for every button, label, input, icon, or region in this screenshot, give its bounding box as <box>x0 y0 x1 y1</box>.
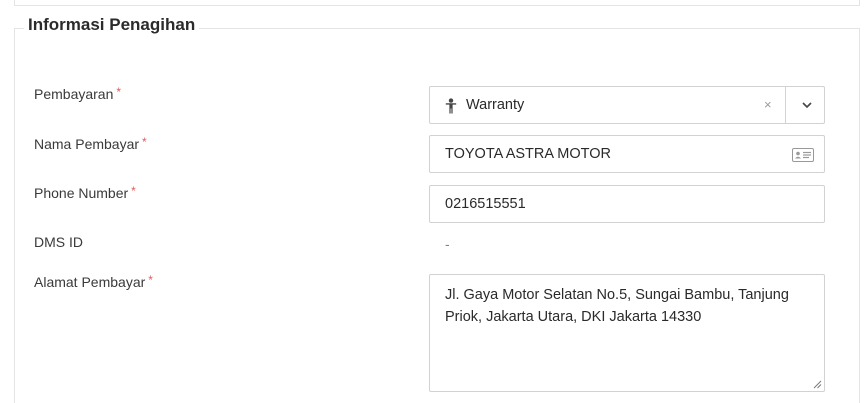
dms-id-label: DMS ID <box>34 234 83 250</box>
nama-pembayar-input[interactable]: TOYOTA ASTRA MOTOR <box>429 135 825 173</box>
clear-selection-icon[interactable]: × <box>764 97 772 112</box>
chevron-down-icon[interactable] <box>801 100 813 110</box>
alamat-pembayar-label-text: Alamat Pembayar <box>34 274 146 290</box>
nama-pembayar-label-text: Nama Pembayar <box>34 136 140 152</box>
alamat-pembayar-textarea[interactable]: Jl. Gaya Motor Selatan No.5, Sungai Bamb… <box>429 274 825 392</box>
phone-number-input[interactable]: 0216515551 <box>429 185 825 223</box>
previous-section-card <box>14 0 860 6</box>
alamat-pembayar-value: Jl. Gaya Motor Selatan No.5, Sungai Bamb… <box>445 287 789 325</box>
required-mark: * <box>148 273 153 287</box>
pembayaran-label: Pembayaran * <box>34 85 122 102</box>
required-mark: * <box>131 184 136 198</box>
nama-pembayar-label: Nama Pembayar * <box>34 135 147 152</box>
pembayaran-select[interactable]: Warranty × <box>429 86 825 124</box>
pembayaran-value: Warranty <box>466 97 525 113</box>
resize-handle-icon[interactable] <box>813 380 822 389</box>
phone-number-value: 0216515551 <box>445 196 526 212</box>
dms-id-value: - <box>445 236 450 252</box>
required-mark: * <box>116 85 122 99</box>
section-title: Informasi Penagihan <box>24 15 200 35</box>
phone-number-label: Phone Number * <box>34 184 136 201</box>
alamat-pembayar-label: Alamat Pembayar * <box>34 273 153 290</box>
person-icon <box>445 98 457 114</box>
nama-pembayar-value: TOYOTA ASTRA MOTOR <box>445 146 611 162</box>
id-card-icon[interactable] <box>792 148 814 162</box>
pembayaran-label-text: Pembayaran <box>34 86 114 102</box>
phone-number-label-text: Phone Number <box>34 185 129 201</box>
required-mark: * <box>142 135 147 149</box>
select-divider <box>785 87 786 123</box>
